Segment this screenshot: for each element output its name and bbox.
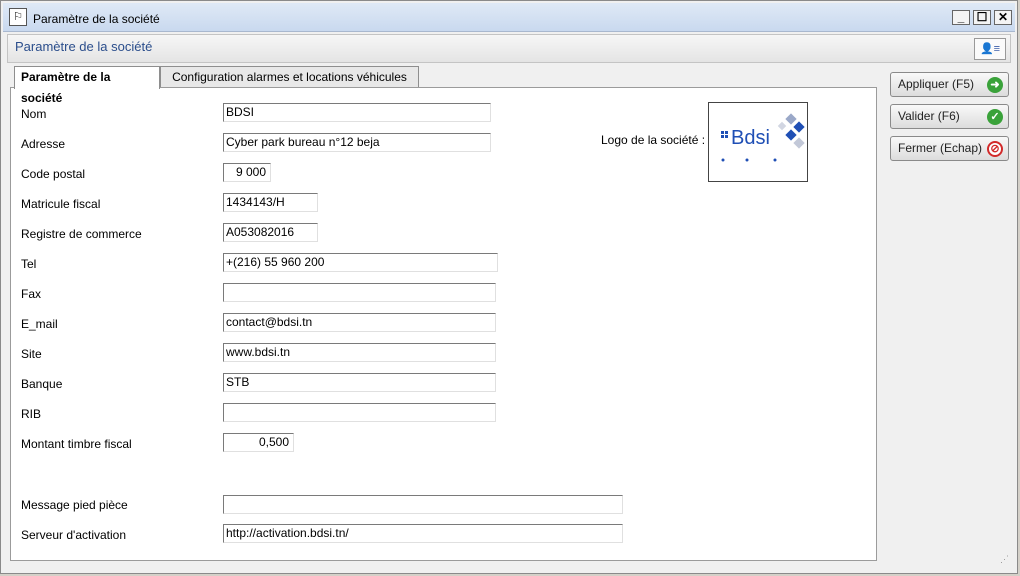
nom-field[interactable]: BDSI bbox=[223, 103, 491, 122]
tel-label: Tel bbox=[21, 257, 37, 271]
bdsi-logo-icon: Bdsi bbox=[721, 113, 805, 162]
rib-field[interactable] bbox=[223, 403, 496, 422]
message-pied-field[interactable] bbox=[223, 495, 623, 514]
timbre-fiscal-field[interactable]: 0,500 bbox=[223, 433, 294, 452]
fax-field[interactable] bbox=[223, 283, 496, 302]
tel-field[interactable]: +(216) 55 960 200 bbox=[223, 253, 498, 272]
email-field[interactable]: contact@bdsi.tn bbox=[223, 313, 496, 332]
validate-button[interactable]: Valider (F6) ✓ bbox=[890, 104, 1009, 129]
page-title: Paramètre de la société bbox=[15, 39, 153, 54]
resize-grip-icon[interactable]: ⋰ bbox=[1000, 554, 1009, 565]
matricule-fiscal-label: Matricule fiscal bbox=[21, 197, 101, 211]
site-label: Site bbox=[21, 347, 42, 361]
close-button[interactable]: Fermer (Echap) ⊘ bbox=[890, 136, 1009, 161]
maximize-button[interactable]: ☐ bbox=[973, 10, 991, 25]
logo-label: Logo de la société : bbox=[601, 133, 706, 147]
matricule-fiscal-field[interactable]: 1434143/H bbox=[223, 193, 318, 212]
close-button-label: Fermer (Echap) bbox=[898, 141, 983, 155]
fax-label: Fax bbox=[21, 287, 42, 301]
title-bar: ⚐ Paramètre de la société _ ☐ ✕ bbox=[3, 3, 1015, 32]
code-postal-field[interactable]: 9 000 bbox=[223, 163, 271, 182]
tab-configuration-alarmes[interactable]: Configuration alarmes et locations véhic… bbox=[160, 66, 419, 88]
registre-commerce-label: Registre de commerce bbox=[21, 227, 142, 241]
banque-label: Banque bbox=[21, 377, 63, 391]
banque-field[interactable]: STB bbox=[223, 373, 496, 392]
apply-button-label: Appliquer (F5) bbox=[898, 77, 975, 91]
registre-commerce-field[interactable]: A053082016 bbox=[223, 223, 318, 242]
window-title: Paramètre de la société bbox=[33, 12, 160, 26]
tab-parametre-societe[interactable]: Paramètre de la société bbox=[14, 66, 160, 105]
serveur-activation-field[interactable]: http://activation.bdsi.tn/ bbox=[223, 524, 623, 543]
serveur-activation-label: Serveur d'activation bbox=[21, 528, 127, 542]
email-label: E_mail bbox=[21, 317, 58, 331]
code-postal-label: Code postal bbox=[21, 167, 86, 181]
rib-label: RIB bbox=[21, 407, 42, 421]
sub-header: Paramètre de la société 👤≡ bbox=[7, 34, 1011, 63]
adresse-field[interactable]: Cyber park bureau n°12 beja bbox=[223, 133, 491, 152]
no-entry-icon: ⊘ bbox=[987, 141, 1003, 157]
checkmark-icon: ✓ bbox=[987, 109, 1003, 125]
site-field[interactable]: www.bdsi.tn bbox=[223, 343, 496, 362]
main-window: ⚐ Paramètre de la société _ ☐ ✕ Paramètr… bbox=[0, 0, 1018, 574]
user-list-icon[interactable]: 👤≡ bbox=[974, 38, 1006, 60]
adresse-label: Adresse bbox=[21, 137, 66, 151]
timbre-fiscal-label: Montant timbre fiscal bbox=[21, 437, 132, 451]
minimize-button[interactable]: _ bbox=[952, 10, 970, 25]
apply-button[interactable]: Appliquer (F5) ➜ bbox=[890, 72, 1009, 97]
validate-button-label: Valider (F6) bbox=[898, 109, 960, 123]
app-icon: ⚐ bbox=[9, 8, 27, 26]
company-logo[interactable]: Bdsi bbox=[708, 102, 808, 182]
close-window-button[interactable]: ✕ bbox=[994, 10, 1012, 25]
message-pied-label: Message pied pièce bbox=[21, 498, 128, 512]
nom-label: Nom bbox=[21, 107, 47, 121]
arrow-right-icon: ➜ bbox=[987, 77, 1003, 93]
logo-text: Bdsi bbox=[731, 127, 770, 149]
